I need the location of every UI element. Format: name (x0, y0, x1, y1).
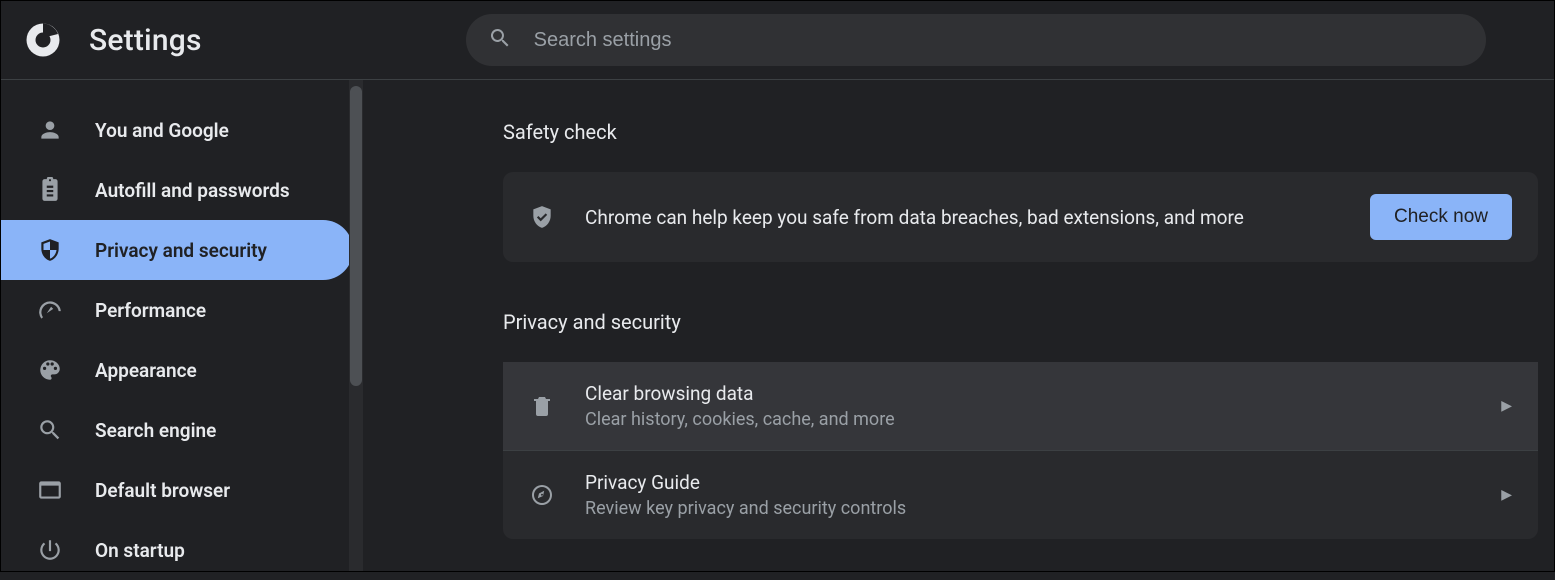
clear-browsing-data-item[interactable]: Clear browsing data Clear history, cooki… (503, 362, 1538, 451)
safety-check-heading: Safety check (503, 120, 1538, 144)
power-icon (37, 537, 63, 563)
speedometer-icon (37, 297, 63, 323)
sidebar-item-default-browser[interactable]: Default browser (1, 460, 353, 520)
privacy-guide-item[interactable]: Privacy Guide Review key privacy and sec… (503, 451, 1538, 539)
privacy-section-heading: Privacy and security (503, 310, 1538, 334)
sidebar-item-privacy[interactable]: Privacy and security (1, 220, 353, 280)
privacy-list: Clear browsing data Clear history, cooki… (503, 362, 1538, 539)
shield-check-icon (529, 204, 555, 230)
sidebar-item-label: Autofill and passwords (95, 179, 290, 202)
sidebar-item-autofill[interactable]: Autofill and passwords (1, 160, 353, 220)
scrollbar-track[interactable] (349, 80, 363, 571)
sidebar-item-performance[interactable]: Performance (1, 280, 353, 340)
sidebar-item-search-engine[interactable]: Search engine (1, 400, 353, 460)
list-item-subtitle: Clear history, cookies, cache, and more (585, 409, 1471, 430)
person-icon (37, 117, 63, 143)
list-item-subtitle: Review key privacy and security controls (585, 498, 1471, 519)
trash-icon (529, 394, 555, 418)
sidebar-item-appearance[interactable]: Appearance (1, 340, 353, 400)
safety-check-card: Chrome can help keep you safe from data … (503, 172, 1538, 262)
list-item-title: Clear browsing data (585, 382, 1471, 405)
clipboard-icon (37, 177, 63, 203)
browser-icon (37, 477, 63, 503)
palette-icon (37, 357, 63, 383)
chevron-right-icon: ▶ (1501, 398, 1512, 414)
sidebar-item-label: Default browser (95, 479, 230, 502)
sidebar-item-label: Privacy and security (95, 239, 267, 262)
sidebar-item-on-startup[interactable]: On startup (1, 520, 353, 580)
sidebar-item-you-and-google[interactable]: You and Google (1, 100, 353, 160)
compass-icon (529, 483, 555, 507)
search-bar[interactable] (466, 14, 1486, 66)
sidebar-item-label: You and Google (95, 119, 229, 142)
sidebar-item-label: Performance (95, 299, 206, 322)
search-input[interactable] (534, 29, 1464, 52)
main-content: Safety check Chrome can help keep you sa… (363, 80, 1554, 571)
header: Settings (1, 1, 1554, 80)
chrome-logo-icon (25, 22, 61, 58)
check-now-button[interactable]: Check now (1370, 194, 1512, 240)
sidebar-item-label: Search engine (95, 419, 216, 442)
sidebar-item-label: Appearance (95, 359, 197, 382)
chevron-right-icon: ▶ (1501, 487, 1512, 503)
safety-check-text: Chrome can help keep you safe from data … (585, 206, 1340, 229)
search-icon (37, 417, 63, 443)
list-item-title: Privacy Guide (585, 471, 1471, 494)
page-title: Settings (89, 23, 202, 58)
scrollbar-thumb[interactable] (350, 86, 362, 386)
shield-icon (37, 237, 63, 263)
sidebar: You and Google Autofill and passwords Pr… (1, 80, 363, 571)
search-icon (488, 26, 512, 54)
sidebar-item-label: On startup (95, 539, 185, 562)
